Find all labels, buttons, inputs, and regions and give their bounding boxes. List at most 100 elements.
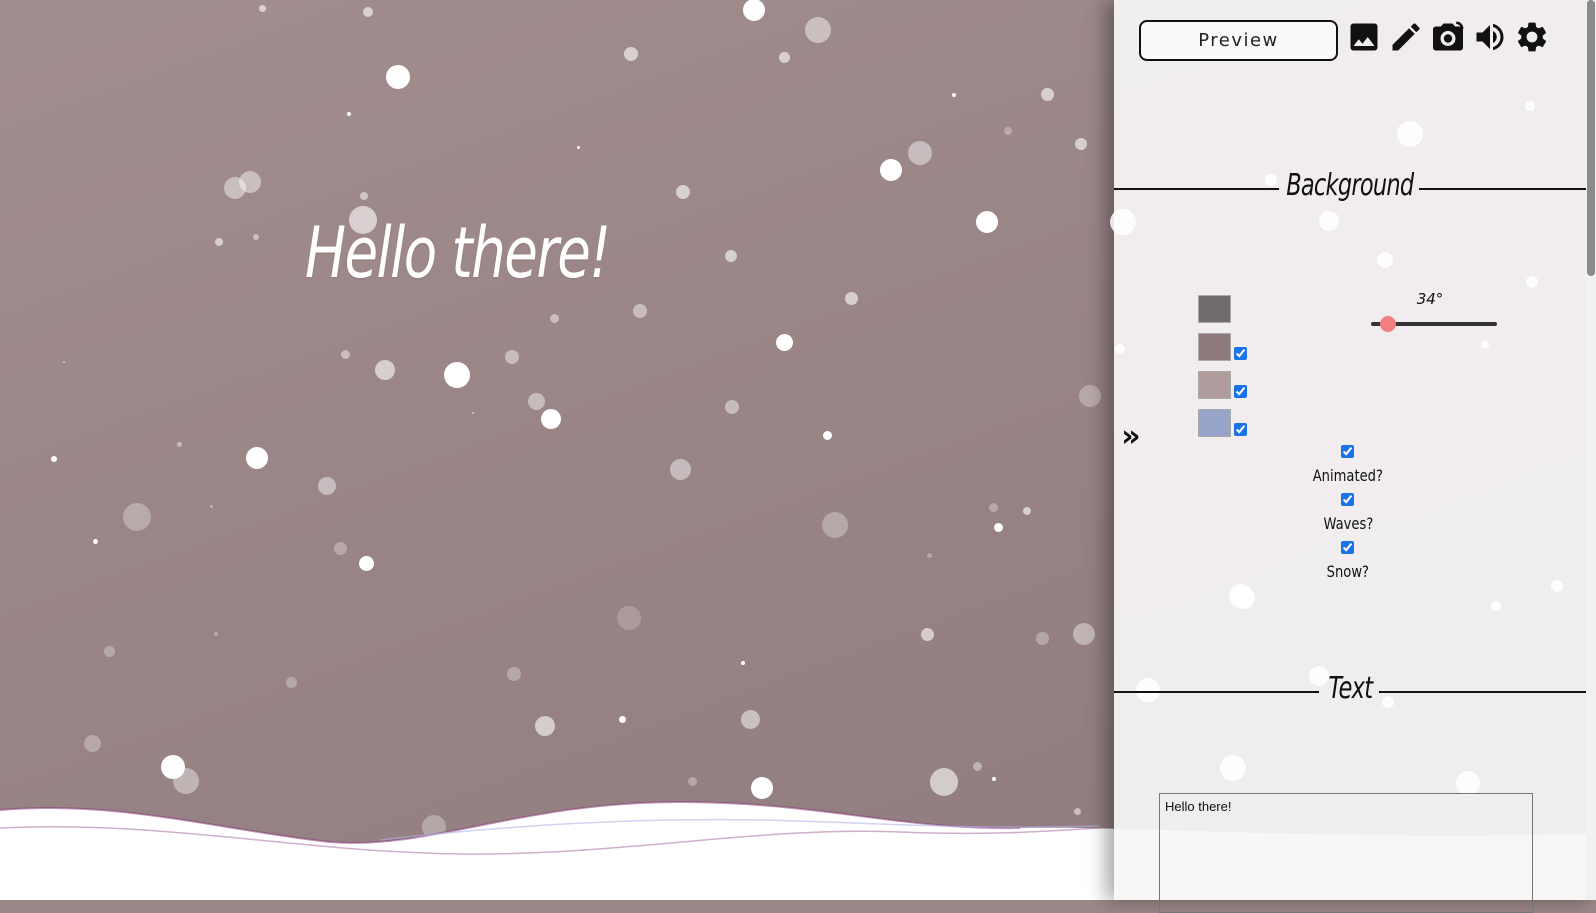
snowflake — [920, 627, 934, 641]
snowflake — [740, 709, 760, 729]
color-swatch-2[interactable] — [1198, 333, 1231, 361]
greeting-text: Hello there! — [305, 212, 611, 294]
snowflake — [1040, 87, 1054, 101]
snowflake — [527, 392, 545, 410]
panel-snowflake — [1229, 584, 1253, 608]
pencil-icon[interactable] — [1388, 19, 1424, 55]
snowflake — [775, 333, 793, 351]
waves-checkbox[interactable] — [1341, 493, 1354, 506]
snowflake — [576, 145, 580, 149]
panel-snowflake — [1525, 101, 1535, 111]
snowflake — [926, 552, 932, 558]
color-toggle-4[interactable] — [1234, 423, 1247, 436]
volume-icon[interactable] — [1472, 19, 1508, 55]
color-swatch-1[interactable] — [1198, 295, 1231, 323]
snowflake — [444, 362, 470, 388]
camera-icon[interactable] — [1430, 19, 1466, 55]
snowflake — [972, 761, 982, 771]
snowflake — [472, 412, 474, 414]
snowflake — [725, 250, 737, 262]
snow-checkbox[interactable] — [1341, 541, 1354, 554]
snowflake — [51, 456, 57, 462]
snowflake — [63, 361, 65, 363]
animated-label: Animated? — [1312, 466, 1384, 485]
snowflake — [103, 645, 115, 657]
snowflake — [988, 502, 998, 512]
snowflake — [1075, 138, 1087, 150]
panel-snowflake — [1481, 341, 1489, 349]
snowflake — [340, 349, 350, 359]
snowflake — [375, 360, 395, 380]
panel-snowflake — [1491, 601, 1501, 611]
preview-button[interactable]: Preview — [1139, 20, 1338, 61]
text-section-title: Text — [1328, 671, 1373, 706]
snowflake — [363, 7, 373, 17]
snowflake — [880, 159, 902, 181]
gradient-angle-slider-thumb[interactable] — [1380, 316, 1396, 332]
image-icon[interactable] — [1346, 19, 1382, 55]
snowflake — [386, 65, 410, 89]
snowflake — [285, 676, 297, 688]
snowflake — [992, 777, 996, 781]
snowflake — [92, 538, 98, 544]
snow-label: Snow? — [1326, 562, 1370, 581]
color-toggle-2[interactable] — [1234, 347, 1247, 360]
background-section-heading: Background — [1114, 168, 1586, 208]
snowflake — [505, 350, 519, 364]
color-swatch-4[interactable] — [1198, 409, 1231, 437]
snowflake — [358, 555, 374, 571]
snowflake — [333, 541, 347, 555]
snowflake — [743, 0, 765, 21]
snowflake — [908, 141, 932, 165]
color-toggle-3[interactable] — [1234, 385, 1247, 398]
snowflake — [541, 409, 561, 429]
snowflake — [549, 313, 559, 323]
scrollbar-thumb[interactable] — [1587, 0, 1595, 276]
snowflake — [844, 291, 858, 305]
snowflake — [676, 185, 690, 199]
snowflake — [215, 238, 223, 246]
snowflake — [976, 211, 998, 233]
collapse-panel-icon[interactable]: » — [1116, 422, 1146, 454]
snowflake — [318, 477, 336, 495]
snowflake — [669, 458, 691, 480]
snowflake — [822, 512, 848, 538]
snowflake — [1004, 127, 1012, 135]
snowflake — [176, 441, 182, 447]
snowflake — [224, 177, 246, 199]
panel-snowflake — [1110, 209, 1136, 235]
snowflake — [258, 4, 266, 12]
panel-snowflake — [1115, 344, 1125, 354]
snowflake — [822, 430, 832, 440]
snowflake — [618, 715, 626, 723]
snowflake — [805, 17, 831, 43]
panel-snow-overlay — [1110, 0, 1596, 900]
panel-snowflake — [1551, 580, 1563, 592]
waves-label: Waves? — [1323, 514, 1373, 533]
gradient-angle-readout: 34° — [1416, 290, 1444, 308]
snowflake — [123, 503, 151, 531]
snowflake — [209, 504, 213, 508]
gear-icon[interactable] — [1514, 19, 1550, 55]
background-section-title: Background — [1286, 168, 1414, 203]
panel-snowflake — [1233, 587, 1255, 609]
snowflake — [993, 522, 1003, 532]
color-swatch-3[interactable] — [1198, 371, 1231, 399]
animated-checkbox[interactable] — [1341, 445, 1354, 458]
snowflake — [624, 47, 638, 61]
snowflake — [741, 661, 745, 665]
panel-snowflake — [1526, 276, 1538, 288]
editor-panel: Preview Background 34° » Animated? Waves… — [1110, 0, 1596, 913]
snowflake — [725, 400, 739, 414]
snowflake — [253, 234, 259, 240]
snowflake — [535, 716, 555, 736]
snowflake — [83, 734, 101, 752]
snowflake — [617, 606, 641, 630]
panel-snowflake — [1220, 755, 1246, 781]
snowflake — [778, 51, 790, 63]
panel-snowflake — [1397, 121, 1423, 147]
snowflake — [1079, 385, 1101, 407]
panel-snowflake — [1456, 771, 1480, 795]
snowflake — [360, 192, 368, 200]
greeting-text-input[interactable] — [1159, 793, 1533, 913]
